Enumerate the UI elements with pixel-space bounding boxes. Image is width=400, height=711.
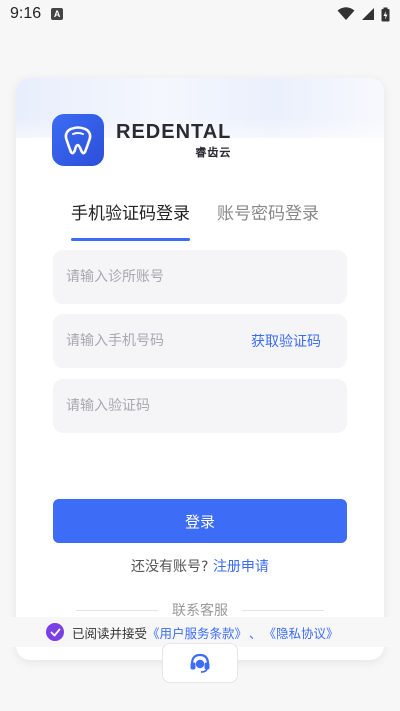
wifi-icon [337, 7, 355, 20]
brand-logo: REDENTAL 睿齿云 [52, 114, 231, 166]
status-icons [337, 7, 390, 22]
notification-icon: A [51, 8, 64, 20]
tab-password-login[interactable]: 账号密码登录 [217, 199, 319, 235]
headset-icon [190, 653, 210, 673]
check-icon [50, 628, 60, 636]
agreement-checkbox[interactable] [46, 623, 64, 641]
agreement-separator: 、 [249, 625, 262, 641]
battery-icon [381, 7, 390, 21]
brand-name-en: REDENTAL [116, 120, 232, 143]
code-input[interactable] [66, 398, 334, 414]
tooth-logo-icon [52, 114, 104, 166]
terms-link[interactable]: 《用户服务条款》 [147, 623, 247, 642]
clinic-account-input[interactable] [66, 269, 334, 285]
privacy-link[interactable]: 《隐私协议》 [264, 623, 339, 642]
tab-sms-login[interactable]: 手机验证码登录 [71, 199, 190, 241]
phone-field: 获取验证码 [53, 314, 347, 368]
get-code-button[interactable]: 获取验证码 [251, 331, 321, 351]
brand-name-cn: 睿齿云 [195, 145, 232, 159]
register-prompt-row: 还没有账号? 注册申请 [16, 556, 384, 576]
phone-input[interactable] [66, 333, 251, 349]
divider-right [242, 609, 324, 611]
clinic-account-field [53, 250, 347, 304]
status-bar: 9:16 A [0, 0, 400, 28]
login-card: REDENTAL 睿齿云 手机验证码登录 账号密码登录 获取验证码 登录 还没有… [16, 78, 384, 660]
divider-left [76, 609, 158, 611]
agreement-prefix: 已阅读并接受 [72, 625, 148, 641]
signal-icon [362, 8, 374, 20]
status-time: 9:16 [10, 5, 42, 22]
code-field [53, 379, 347, 433]
contact-support-button[interactable] [162, 643, 238, 683]
login-button[interactable]: 登录 [53, 499, 347, 543]
login-tabs: 手机验证码登录 账号密码登录 [71, 199, 361, 241]
brand-text: REDENTAL 睿齿云 [116, 121, 231, 160]
register-prompt: 还没有账号? [131, 559, 209, 575]
register-link[interactable]: 注册申请 [213, 559, 269, 575]
